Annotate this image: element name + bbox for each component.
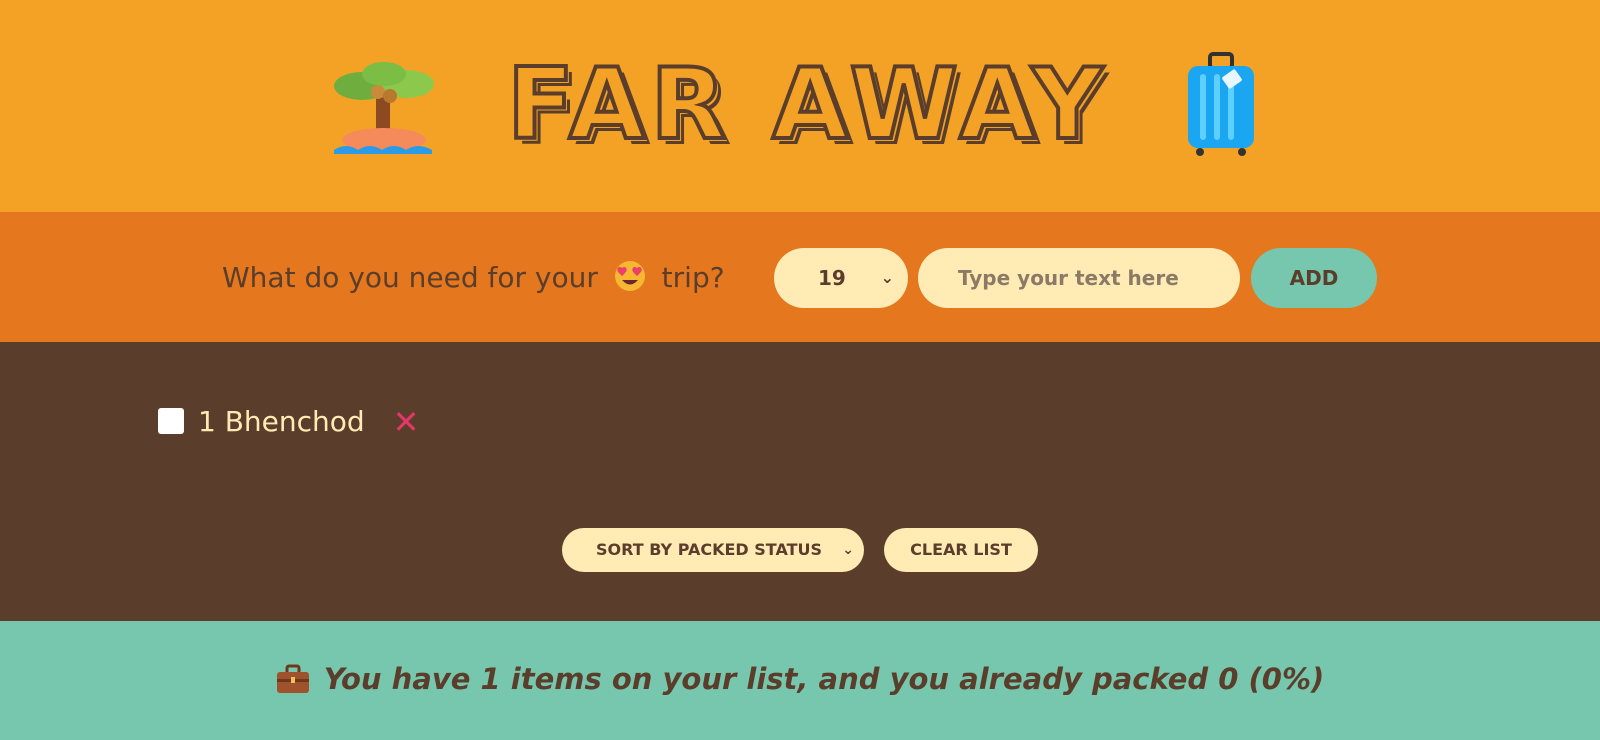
briefcase-icon <box>276 664 309 693</box>
stats-text: You have 1 items on your list, and you a… <box>323 662 1325 696</box>
logo: FAR AWAY <box>0 48 1600 162</box>
add-item-form: What do you need for your trip? 19 ⌄ ADD <box>0 212 1600 342</box>
clear-list-button[interactable]: CLEAR LIST <box>884 528 1038 572</box>
chevron-down-icon: ⌄ <box>842 542 854 558</box>
question-suffix: trip? <box>661 261 725 294</box>
packing-list: 1 Bhenchod ✕ SORT BY PACKED STATUS ⌄ CLE… <box>0 342 1600 621</box>
quantity-select[interactable]: 19 ⌄ <box>774 248 908 308</box>
sort-select[interactable]: SORT BY PACKED STATUS ⌄ <box>562 528 864 572</box>
palm-island-icon <box>334 62 434 154</box>
sort-value: SORT BY PACKED STATUS <box>596 540 823 559</box>
question-prefix: What do you need for your <box>222 261 598 294</box>
stats-footer: You have 1 items on your list, and you a… <box>0 621 1600 740</box>
form-question: What do you need for your trip? <box>222 258 725 298</box>
item-label: 1 Bhenchod <box>198 405 365 438</box>
add-button[interactable]: ADD <box>1251 248 1377 308</box>
quantity-value: 19 <box>818 266 846 290</box>
item-text-input[interactable] <box>918 248 1240 308</box>
chevron-down-icon: ⌄ <box>880 268 894 287</box>
app-header: FAR AWAY <box>0 0 1600 212</box>
stats-line: You have 1 items on your list, and you a… <box>0 655 1600 703</box>
app-title: FAR AWAY <box>505 48 1109 162</box>
heart-eyes-emoji-icon <box>614 261 645 291</box>
packed-checkbox[interactable] <box>158 408 184 434</box>
delete-icon[interactable]: ✕ <box>386 402 426 442</box>
suitcase-icon <box>1188 52 1254 156</box>
